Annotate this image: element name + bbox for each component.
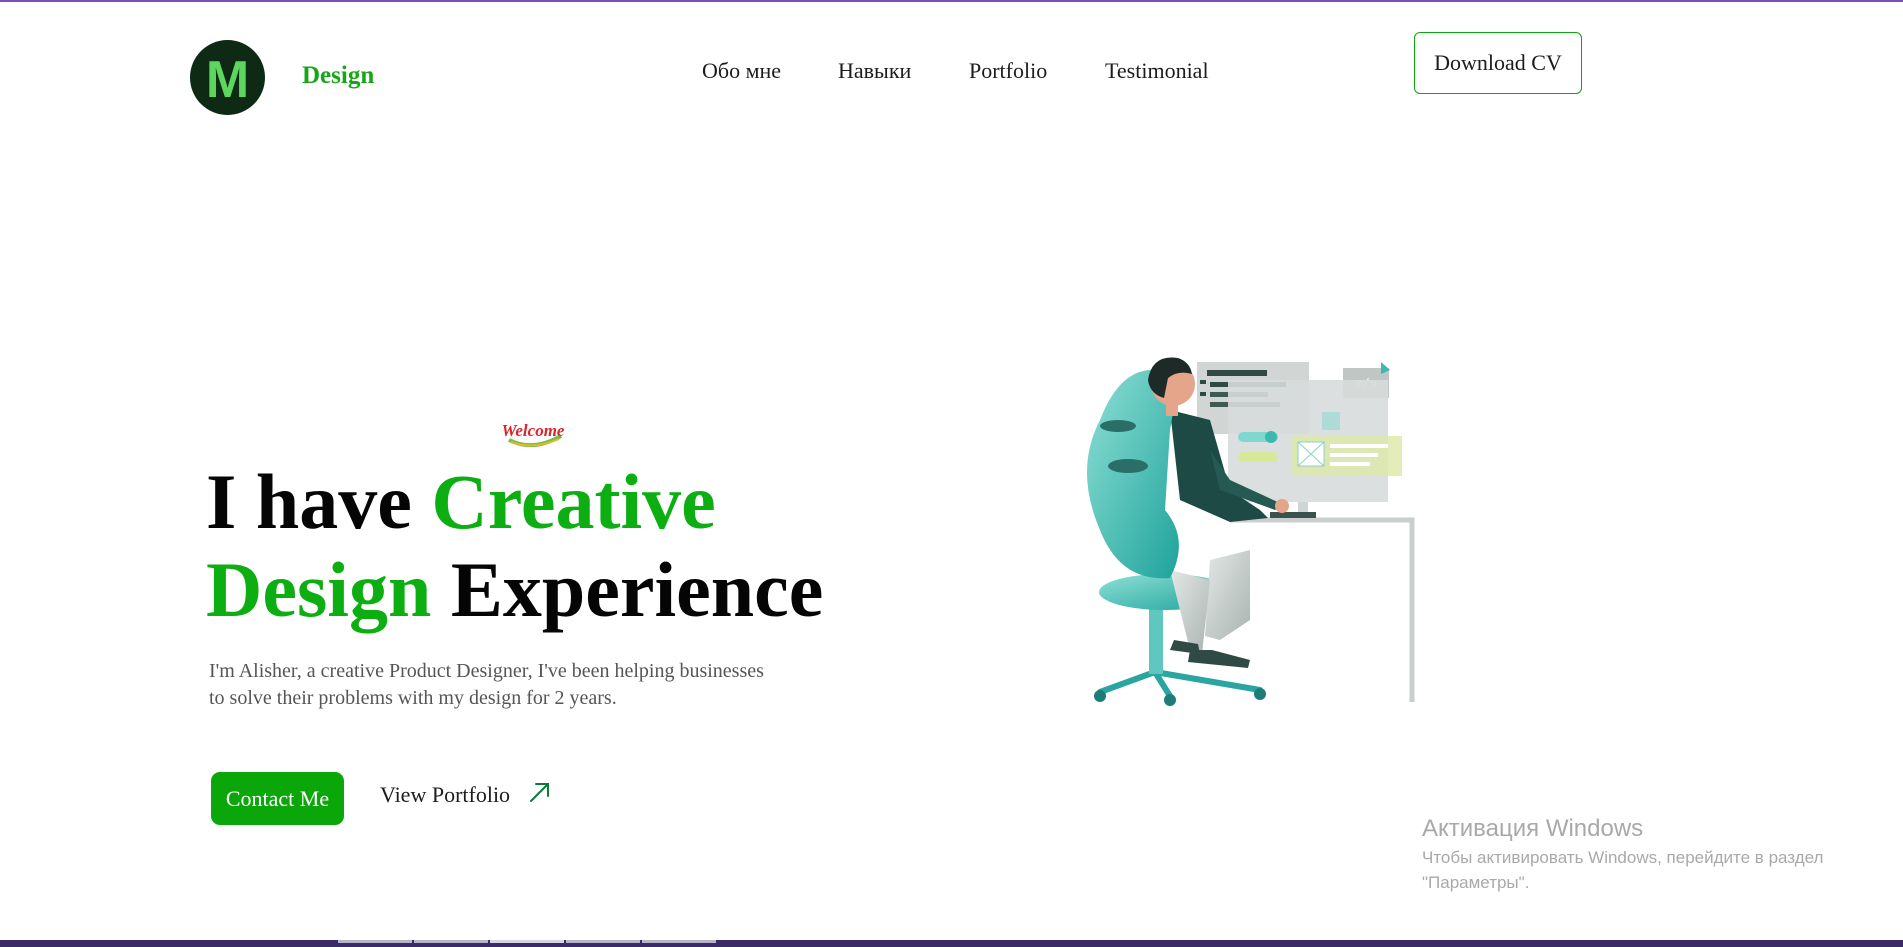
hero-description: I'm Alisher, a creative Product Designer… xyxy=(209,658,849,712)
brand-name[interactable]: Design xyxy=(302,62,374,90)
taskbar-tab[interactable] xyxy=(414,940,488,943)
taskbar-tab[interactable] xyxy=(642,940,716,943)
description-line1: I'm Alisher, a creative Product Designer… xyxy=(209,660,764,682)
taskbar-tab[interactable] xyxy=(338,940,412,943)
nav-item-testimonial[interactable]: Testimonial xyxy=(1105,58,1209,84)
nav-item-skills[interactable]: Навыки xyxy=(838,58,911,84)
taskbar-strip xyxy=(0,940,1903,947)
designer-illustration: </> xyxy=(1060,350,1420,715)
description-line2: to solve their problems with my design f… xyxy=(209,687,617,709)
hero-headline: I have Creative Design Experience xyxy=(206,458,823,634)
top-border xyxy=(0,0,1903,2)
nav-item-portfolio[interactable]: Portfolio xyxy=(969,58,1047,84)
headline-part1: I have xyxy=(206,458,432,545)
headline-design: Design xyxy=(206,546,432,633)
arrow-up-right-icon xyxy=(528,780,552,810)
taskbar-tab[interactable] xyxy=(566,940,640,943)
download-cv-button[interactable]: Download CV xyxy=(1414,32,1582,94)
activation-line1: Чтобы активировать Windows, перейдите в … xyxy=(1422,848,1824,867)
logo[interactable]: M xyxy=(190,40,265,115)
logo-mark: M xyxy=(206,51,249,109)
view-portfolio-label: View Portfolio xyxy=(380,782,511,807)
view-portfolio-link[interactable]: View Portfolio xyxy=(380,780,552,810)
welcome-text: Welcome xyxy=(503,421,565,440)
headline-creative: Creative xyxy=(431,458,716,545)
headline-experience: Experience xyxy=(431,546,824,633)
welcome-badge: Welcome xyxy=(502,412,565,457)
taskbar-tab-active[interactable] xyxy=(490,940,564,943)
nav-item-about[interactable]: Обо мне xyxy=(702,58,781,84)
logo-letter: M xyxy=(206,51,249,109)
windows-activation-watermark: Активация Windows Чтобы активировать Win… xyxy=(1422,813,1823,895)
activation-line2: "Параметры". xyxy=(1422,873,1530,892)
contact-me-button[interactable]: Contact Me xyxy=(211,772,344,825)
activation-title: Активация Windows xyxy=(1422,815,1644,842)
